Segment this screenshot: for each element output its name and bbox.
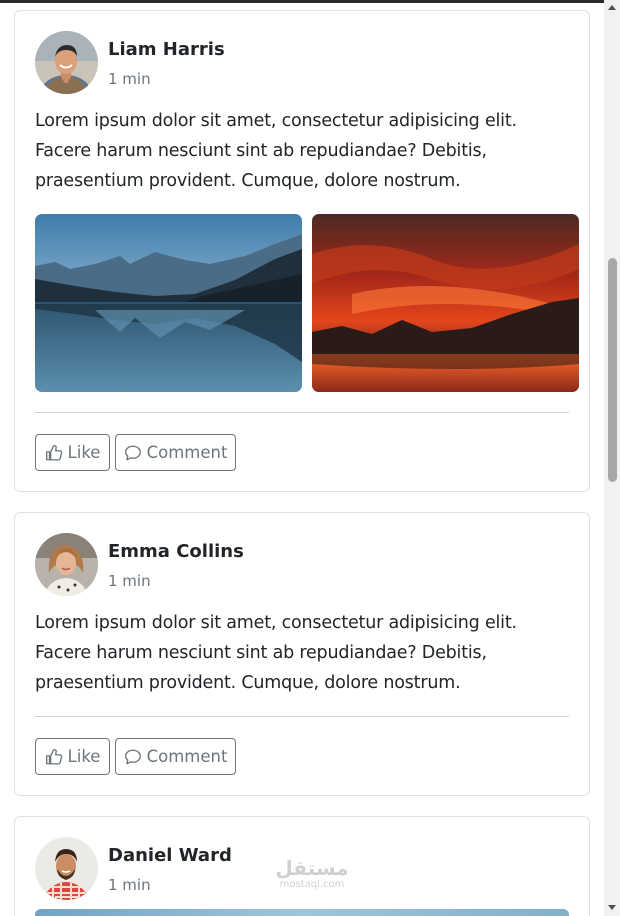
like-button[interactable]: Like (35, 738, 110, 775)
author-avatar[interactable] (35, 31, 98, 94)
mountain-lake-photo[interactable] (35, 214, 302, 392)
author-avatar[interactable] (35, 533, 98, 596)
post-text: Lorem ipsum dolor sit amet, consectetur … (35, 613, 517, 693)
like-button[interactable]: Like (35, 434, 110, 471)
scrollbar-thumb[interactable] (608, 258, 617, 482)
divider (35, 412, 569, 413)
post-card: Emma Collins 1 min Lorem ipsum dolor sit… (14, 512, 590, 796)
post-photos (35, 214, 579, 392)
post-time: 1 min (108, 70, 151, 88)
comment-button[interactable]: Comment (115, 738, 236, 775)
chat-bubble-icon (124, 445, 141, 460)
comment-label: Comment (146, 443, 228, 462)
post-card: Liam Harris 1 min Lorem ipsum dolor sit … (14, 10, 590, 492)
like-label: Like (67, 747, 101, 766)
red-sunset-photo[interactable] (312, 214, 579, 392)
watermark: مستقل mostaql.com (272, 857, 352, 891)
post-photo-preview[interactable] (35, 909, 569, 916)
scroll-up-arrow-icon[interactable] (608, 5, 616, 10)
thumbs-up-icon (45, 748, 62, 765)
post-time: 1 min (108, 876, 151, 894)
watermark-arabic: مستقل (275, 856, 349, 880)
comment-label: Comment (146, 747, 228, 766)
scroll-down-arrow-icon[interactable] (608, 905, 616, 910)
author-name[interactable]: Daniel Ward (108, 845, 232, 866)
thumbs-up-icon (45, 444, 62, 461)
author-avatar[interactable] (35, 837, 98, 900)
feed: Liam Harris 1 min Lorem ipsum dolor sit … (0, 0, 604, 916)
comment-button[interactable]: Comment (115, 434, 236, 471)
author-name[interactable]: Emma Collins (108, 541, 244, 562)
post-text: Lorem ipsum dolor sit amet, consectetur … (35, 111, 517, 191)
post-time: 1 min (108, 572, 151, 590)
chat-bubble-icon (124, 749, 141, 764)
like-label: Like (67, 443, 101, 462)
divider (35, 716, 569, 717)
watermark-latin: mostaql.com (279, 879, 345, 890)
author-name[interactable]: Liam Harris (108, 39, 225, 60)
